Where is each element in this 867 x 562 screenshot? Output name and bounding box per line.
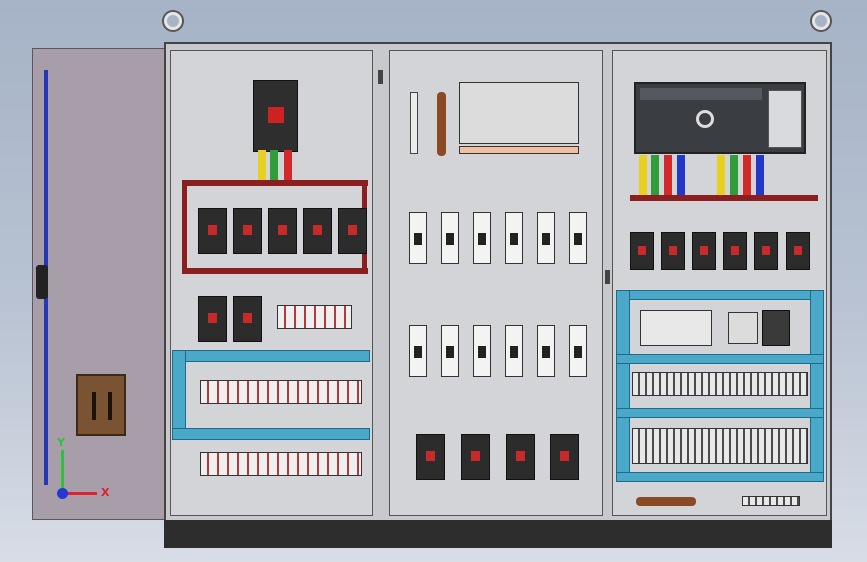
fuse-holder-icon[interactable] [537,212,555,264]
fuse-holder-icon[interactable] [441,212,459,264]
distribution-enclosure [459,82,579,144]
fuse-holder-icon[interactable] [409,212,427,264]
terminal-block-icon [632,372,808,396]
main-circuit-breaker-icon[interactable] [253,80,298,152]
circuit-breaker-icon[interactable] [661,232,685,270]
door-hinge [378,70,383,84]
cable-trunking [616,354,824,364]
circuit-breaker-icon[interactable] [198,296,227,342]
fuse-holder-icon[interactable] [473,325,491,377]
circuit-breaker-icon[interactable] [338,208,367,254]
wire-blue [756,155,764,195]
wire-green [270,150,278,180]
circuit-breaker-icon[interactable] [506,434,535,480]
z-axis-dot [57,488,68,499]
circuit-breaker-icon[interactable] [268,208,297,254]
circuit-breaker-icon[interactable] [630,232,654,270]
circuit-breaker-icon[interactable] [233,208,262,254]
terminal-rail [742,496,800,506]
wire-green [651,155,659,195]
circuit-breaker-icon[interactable] [416,434,445,480]
wire-green [730,155,738,195]
cable-trunking [616,472,824,482]
door-latch-handle[interactable] [36,265,48,299]
terminal-block-icon [200,380,362,404]
wire-red [743,155,751,195]
cable-trunking [810,290,824,482]
plc-module-icon[interactable] [634,82,806,154]
fuse-holder-icon[interactable] [409,325,427,377]
wire-red [284,150,292,180]
door-document-holder [76,374,126,436]
cabinet-plinth [164,520,832,548]
cable-trunking [616,290,824,300]
cable-trunking [172,350,370,362]
wire-yellow [639,155,647,195]
terminal-block-icon [200,452,362,476]
circuit-breaker-icon[interactable] [233,296,262,342]
terminal-block-icon [277,305,352,329]
circuit-breaker-icon[interactable] [550,434,579,480]
cable-trunking [172,350,186,440]
cable-trunking [172,428,370,440]
fuse-holder-icon[interactable] [569,325,587,377]
circuit-breaker-icon[interactable] [692,232,716,270]
circuit-breaker-icon[interactable] [723,232,747,270]
fuse-holder-icon[interactable] [505,325,523,377]
lifting-eye-icon [164,12,182,30]
relay-module [728,312,758,344]
circuit-breaker-icon[interactable] [303,208,332,254]
ground-bar [437,92,446,156]
cable-trunking [616,408,824,418]
circuit-breaker-icon[interactable] [461,434,490,480]
wire-yellow [717,155,725,195]
contactor-module [762,310,790,346]
terminal-rail [410,92,418,154]
busbar-top [182,180,368,186]
circuit-breaker-icon[interactable] [198,208,227,254]
ground-bar [636,497,696,506]
terminal-block-icon [632,428,808,464]
circuit-breaker-icon[interactable] [786,232,810,270]
door-hinge [605,270,610,284]
fuse-holder-icon[interactable] [505,212,523,264]
lifting-eye-icon [812,12,830,30]
wire-blue [677,155,685,195]
axis-triad-icon: Y X [56,436,112,504]
y-axis-label: Y [57,436,65,449]
wire-red [664,155,672,195]
circuit-breaker-icon[interactable] [754,232,778,270]
fuse-holder-icon[interactable] [537,325,555,377]
fuse-holder-icon[interactable] [569,212,587,264]
x-axis-label: X [101,486,110,499]
busbar-bottom [182,268,368,274]
busbar-top [630,195,818,201]
fuse-holder-icon[interactable] [473,212,491,264]
wire-yellow [258,150,266,180]
distribution-base [459,146,579,154]
busbar-left [182,180,187,274]
power-supply-module [640,310,712,346]
fuse-holder-icon[interactable] [441,325,459,377]
cable-trunking [616,290,630,482]
